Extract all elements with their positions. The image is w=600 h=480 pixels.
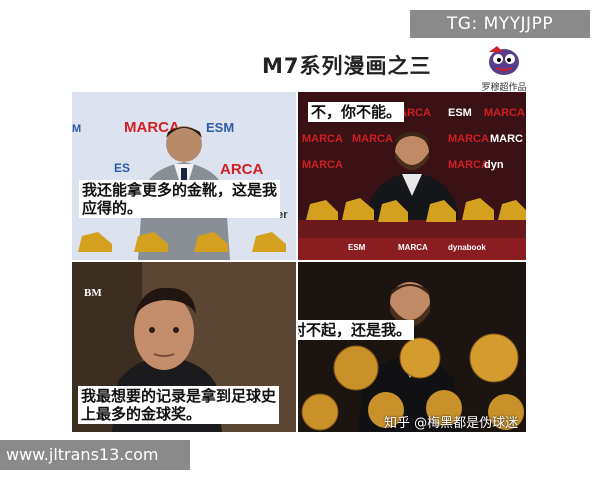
site-watermark: www.jltrans13.com [0,440,190,470]
telegram-tag: TG: MYYJJPP [410,10,590,38]
esm-logo: ESM [206,120,234,135]
panel-3-caption: 我最想要的记录是拿到足球史 上最多的金球奖。 [78,386,280,424]
svg-text:MARCA: MARCA [484,107,525,119]
panel-1: MARCA ESM M ES ARCA TAGHeuer 我还能拿更多的金靴，这… [72,92,296,260]
mascot-icon [489,46,519,75]
svg-text:MARCA: MARCA [302,133,343,145]
svg-text:MARCA: MARCA [398,243,428,252]
panel-4-art [298,262,526,432]
panel-2-caption: 不，你不能。 [308,102,405,122]
author-logo: 罗穆超作品 [476,42,532,93]
svg-text:MARCA: MARCA [448,133,489,145]
svg-text:ESM: ESM [448,107,472,119]
zhihu-credit: 知乎 @梅黑都是伪球迷 [384,416,519,431]
svg-text:MARCA: MARCA [352,133,393,145]
svg-text:MARCA: MARCA [302,159,343,171]
svg-text:dynabook: dynabook [448,243,486,252]
panel-4: 对不起，还是我。 知乎 @梅黑都是伪球迷 [298,262,526,432]
svg-text:M: M [72,123,81,135]
svg-text:ES: ES [114,161,130,175]
svg-text:BM: BM [84,287,102,299]
panel-3: BM 我最想要的记录是拿到足球史 上最多的金球奖。 [72,262,296,432]
panel-1-art: MARCA ESM M ES ARCA TAGHeuer [72,92,296,260]
svg-text:MARCA: MARCA [448,159,489,171]
svg-text:ARCA: ARCA [220,161,263,178]
comic-title: M7系列漫画之三 [262,54,432,78]
panel-4-caption: 对不起，还是我。 [298,320,415,340]
panel-1-caption: 我还能拿更多的金靴，这是我 应得的。 [79,180,281,218]
panel-2: MARCA ESM MARCA MARCA MARCA MARCA MARC M… [298,92,526,260]
svg-text:MARC: MARC [490,133,523,145]
svg-text:ESM: ESM [348,243,366,252]
svg-text:dyn: dyn [484,159,504,171]
